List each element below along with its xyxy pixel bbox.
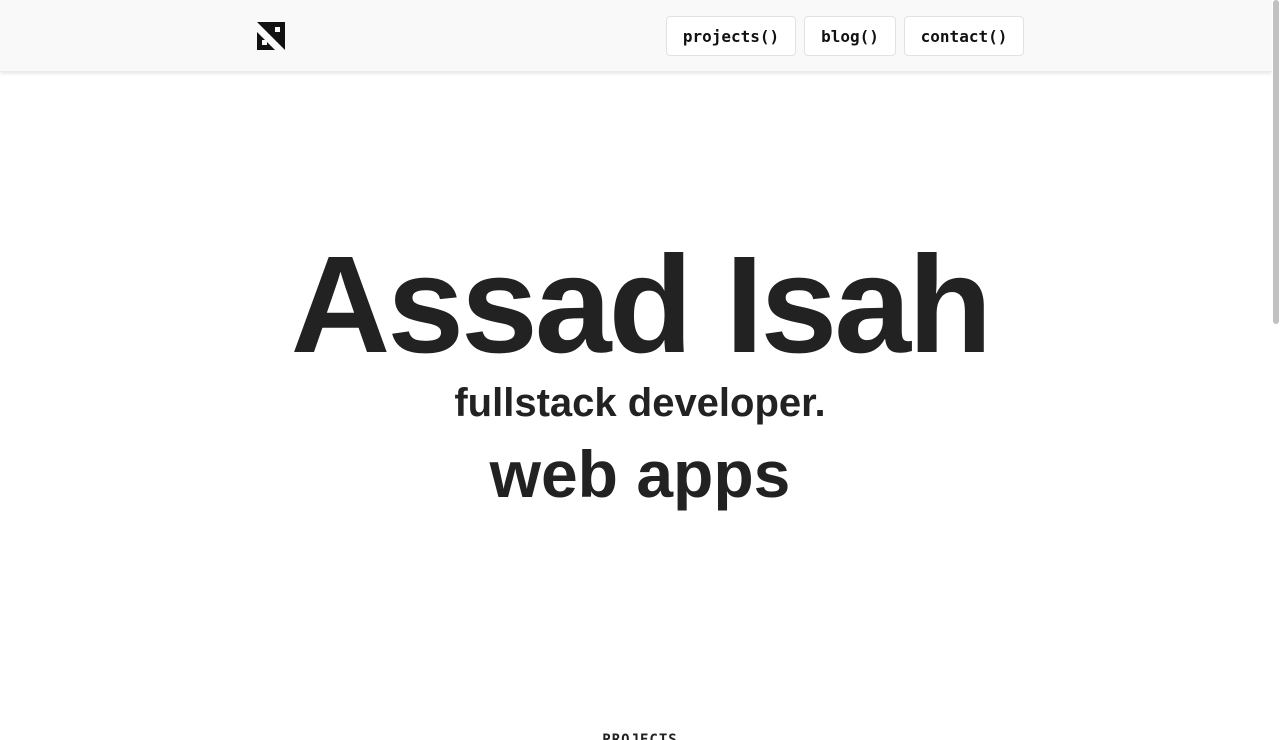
hero-typed-text: web apps bbox=[489, 437, 791, 511]
page-scrollbar[interactable] bbox=[1272, 0, 1280, 740]
nav-blog-button[interactable]: blog() bbox=[804, 16, 896, 56]
monogram-logo-icon[interactable] bbox=[257, 22, 285, 50]
nav-contact-button[interactable]: contact() bbox=[904, 16, 1024, 56]
hero-role: fullstack developer. bbox=[454, 381, 826, 425]
nav-projects-button[interactable]: projects() bbox=[666, 16, 796, 56]
hero-name: Assad Isah bbox=[290, 228, 993, 382]
main-nav: projects() blog() contact() bbox=[666, 16, 1024, 56]
page: projects() blog() contact() Assad Isah f… bbox=[0, 0, 1280, 740]
scrollbar-thumb[interactable] bbox=[1273, 0, 1279, 324]
projects-section-heading: PROJECTS bbox=[602, 732, 678, 740]
top-navbar: projects() blog() contact() bbox=[0, 0, 1272, 72]
